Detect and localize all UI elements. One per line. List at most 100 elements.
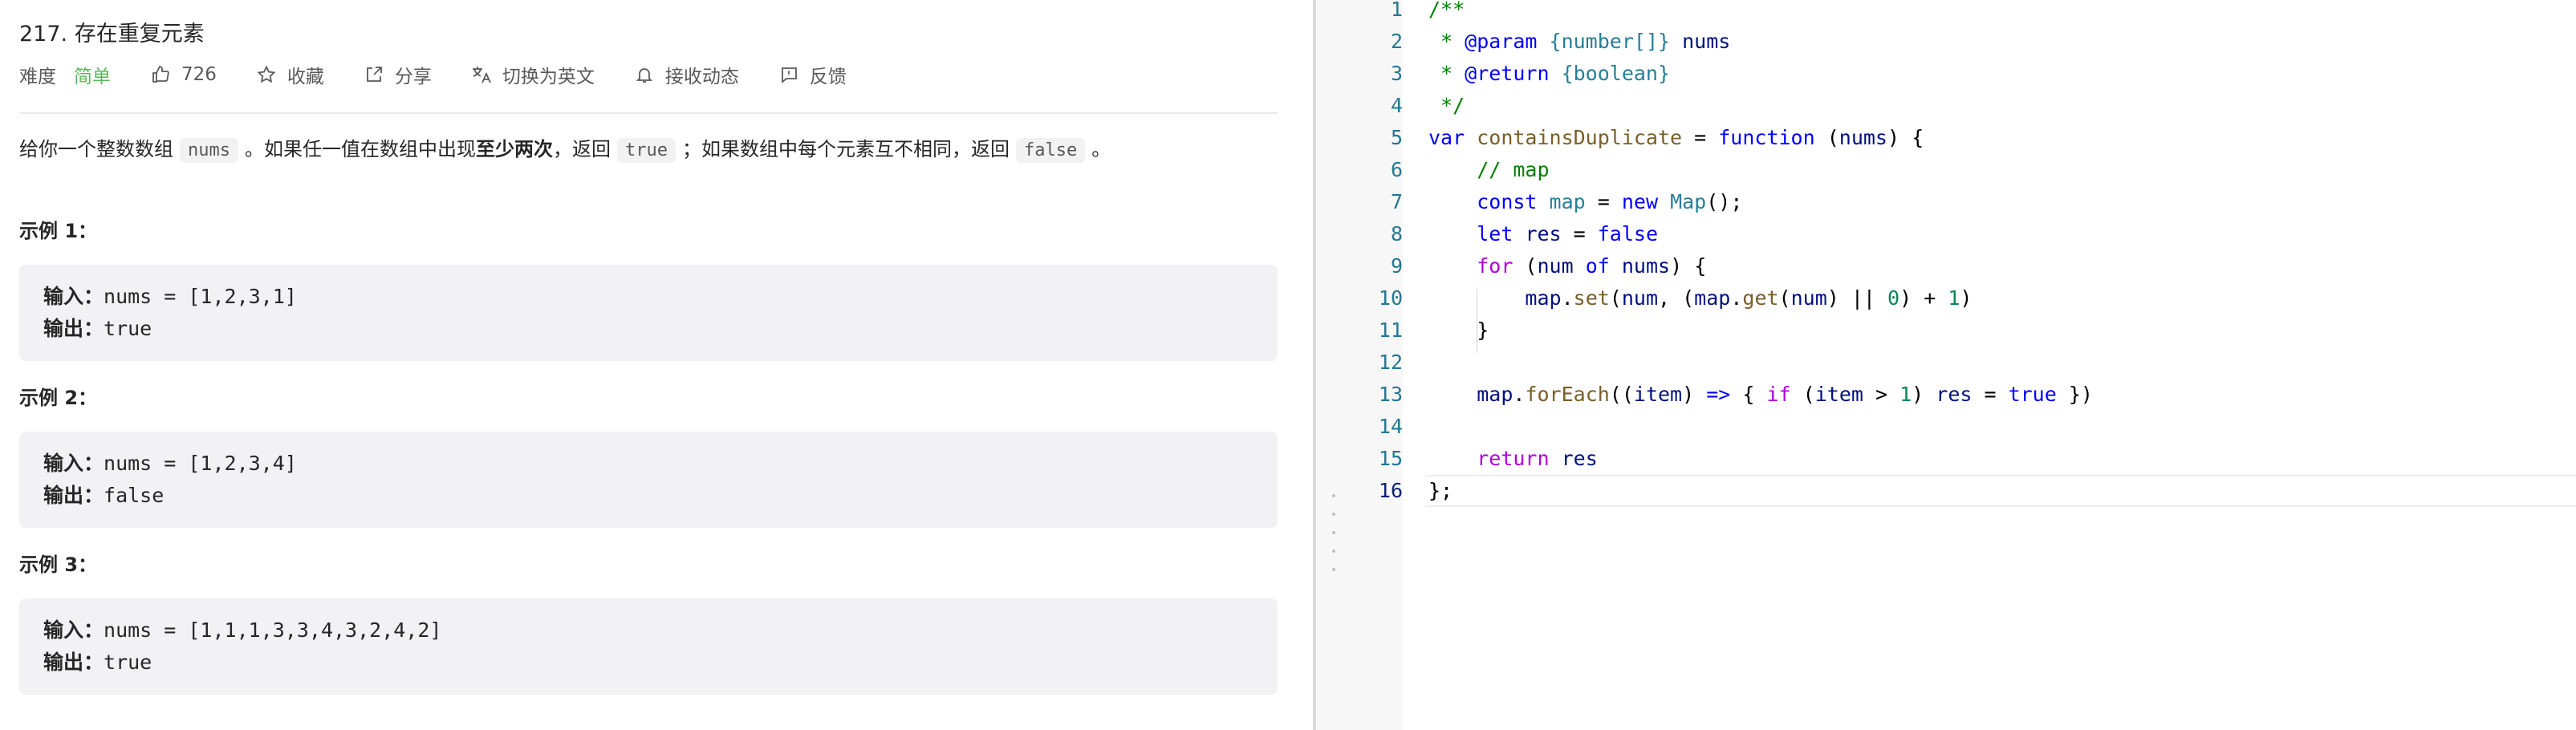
share-button[interactable]: 分享 [363, 61, 432, 88]
code-token: if [1766, 383, 1791, 406]
code-line[interactable]: map.set(num, (map.get(num) || 0) + 1) [1428, 282, 1972, 314]
splitter-gap[interactable] [1316, 0, 1345, 730]
code-token: 1 [1948, 286, 1960, 310]
splitter-grip-handle[interactable] [1332, 494, 1335, 571]
line-number: 2 [1390, 30, 1403, 53]
code-token: = [1972, 383, 2009, 406]
example-1-title: 示例 1： [19, 220, 98, 242]
switch-language-label: 切换为英文 [502, 67, 595, 87]
code-token: { [1730, 383, 1767, 406]
line-number: 13 [1378, 383, 1403, 406]
code-token: ( [1609, 286, 1622, 310]
share-icon [363, 63, 385, 86]
code-token: res [1561, 447, 1598, 470]
notify-button[interactable]: 接收动态 [633, 61, 739, 88]
favorite-button[interactable]: 收藏 [255, 61, 324, 88]
current-line-highlight [1425, 475, 2576, 507]
code-token: */ [1428, 94, 1465, 117]
code-token: map [1525, 286, 1562, 310]
code-line[interactable]: // map [1428, 154, 1549, 186]
line-number: 7 [1390, 190, 1403, 213]
code-token: num [1621, 286, 1659, 310]
desc-text-2: 。如果任一值在数组中出现 [244, 138, 476, 160]
like-button[interactable]: 726 [149, 63, 217, 86]
code-token: var [1428, 126, 1465, 149]
code-token: nums [1839, 126, 1887, 149]
code-token: ( [1778, 286, 1791, 310]
code-token: 1 [1899, 383, 1912, 406]
code-line[interactable]: map.forEach((item) => { if (item > 1) re… [1428, 379, 2093, 411]
code-token: * [1428, 62, 1465, 85]
code-line[interactable]: for (num of nums) { [1428, 250, 1706, 282]
code-token: nums [1621, 254, 1671, 278]
meta-divider [19, 112, 1278, 114]
code-token: /** [1428, 0, 1465, 21]
code-token: * [1428, 30, 1465, 53]
code-token: = [1585, 190, 1622, 213]
code-token: let [1477, 222, 1514, 245]
code-token: }; [1428, 479, 1453, 502]
code-token: forEach [1525, 383, 1610, 406]
code-line[interactable]: /** [1428, 0, 1465, 26]
code-token: => [1706, 383, 1731, 406]
code-token: containsDuplicate [1477, 126, 1683, 149]
code-line[interactable]: } [1428, 314, 1489, 347]
code-token: . [1561, 286, 1574, 310]
code-token: ( [1814, 126, 1839, 149]
code-token: 0 [1887, 286, 1900, 310]
bell-icon [633, 63, 656, 86]
example-1-box: 输入：nums = [1,2,3,1] 输出：true [19, 265, 1278, 361]
code-token: Map [1670, 190, 1707, 213]
example-output-label: 输出： [43, 651, 104, 674]
code-line[interactable]: }; [1428, 475, 1453, 507]
code-token: map [1549, 190, 1586, 213]
code-token: res [1525, 222, 1562, 245]
code-line[interactable]: let res = false [1428, 218, 1658, 250]
code-token: {boolean} [1561, 62, 1671, 85]
desc-bold: 至少两次 [475, 138, 553, 160]
example-input: nums = [1,2,3,4] [104, 452, 297, 475]
code-token: function [1718, 126, 1815, 149]
code-token: for [1477, 254, 1514, 278]
code-line[interactable]: */ [1428, 90, 1465, 122]
code-line[interactable]: return res [1428, 443, 1598, 475]
code-line[interactable]: var containsDuplicate = function (nums) … [1428, 122, 1924, 154]
code-token: of [1585, 254, 1610, 278]
code-token: > [1863, 383, 1900, 406]
example-3-title: 示例 3： [19, 554, 98, 576]
line-number: 15 [1378, 447, 1403, 470]
code-token: ( [1790, 383, 1815, 406]
line-number: 9 [1390, 254, 1403, 278]
code-line[interactable]: * @param {number[]} nums [1428, 26, 1730, 58]
example-output: true [104, 651, 152, 674]
desc-code-true: true [616, 138, 676, 163]
desc-text-4: ；如果数组中每个元素互不相同，返回 [681, 138, 1010, 160]
example-2-title: 示例 2： [19, 387, 98, 409]
code-token: ) + [1899, 286, 1948, 310]
example-input-label: 输入： [43, 618, 104, 642]
code-editor[interactable]: 1 2 3 4 5 6 7 8 9 10 11 12 13 14 15 16/** * @param {num… [1345, 0, 2576, 730]
example-input-label: 输入： [43, 452, 104, 475]
line-number: 10 [1378, 286, 1403, 310]
problem-title: 217. 存在重复元素 [19, 22, 205, 47]
example-input: nums = [1,2,3,1] [104, 285, 297, 308]
switch-language-button[interactable]: 切换为英文 [470, 61, 595, 88]
code-token: . [1730, 286, 1743, 310]
problem-meta-bar: 难度 简单 726 收藏 分享 切换为英文 接收动态 反馈 [19, 61, 885, 88]
code-token: false [1597, 222, 1659, 245]
code-token: }) [2056, 383, 2093, 406]
star-icon [255, 63, 278, 86]
code-token: . [1513, 383, 1526, 406]
code-token: get [1742, 286, 1779, 310]
line-number: 16 [1378, 479, 1403, 502]
feedback-button[interactable]: 反馈 [778, 61, 847, 88]
difficulty-value: 简单 [74, 67, 111, 87]
code-line[interactable]: * @return {boolean} [1428, 58, 1670, 90]
code-line[interactable]: const map = new Map(); [1428, 186, 1742, 218]
line-number: 14 [1378, 415, 1403, 438]
